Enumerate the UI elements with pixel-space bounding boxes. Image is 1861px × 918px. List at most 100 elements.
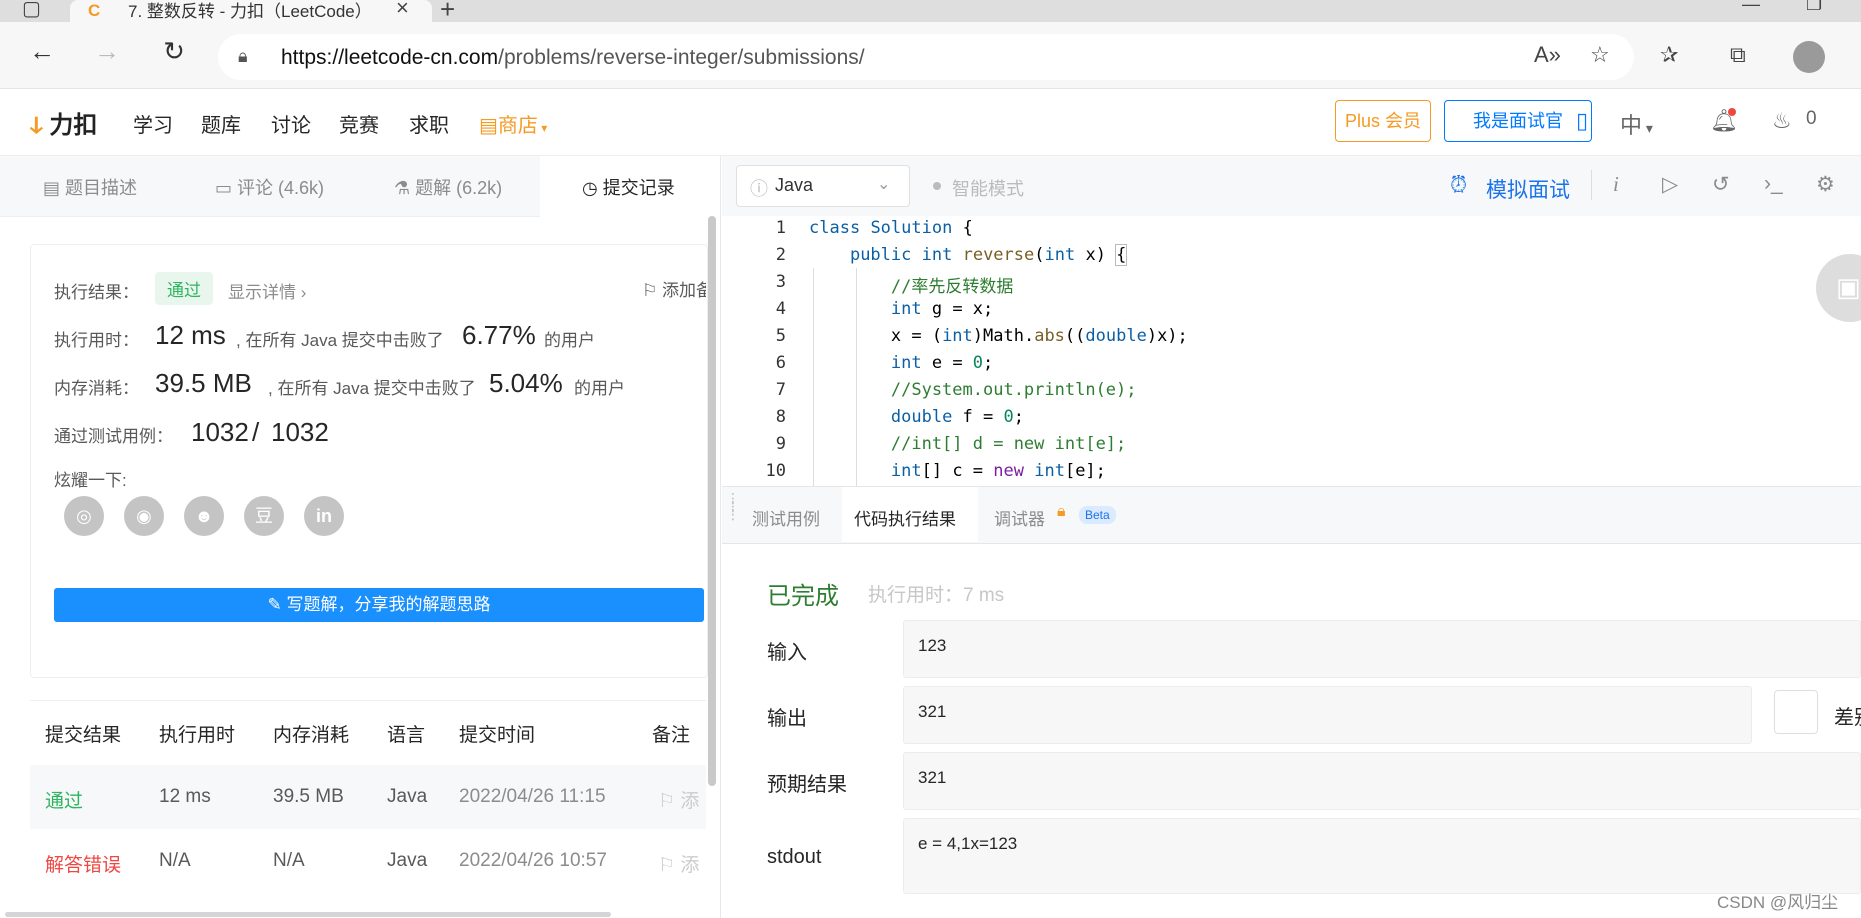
row-note[interactable]: ⚐ 添 bbox=[658, 850, 699, 877]
time-value: 12 ms bbox=[155, 320, 226, 350]
wechat-icon[interactable]: ◎ bbox=[64, 496, 104, 536]
tab-testcase[interactable]: 测试用例 bbox=[752, 505, 820, 530]
shop-icon: ▤ bbox=[479, 115, 498, 137]
douban-icon[interactable]: 豆 bbox=[244, 496, 284, 536]
pencil-icon: ✎ bbox=[267, 595, 287, 614]
row-result[interactable]: 通过 bbox=[45, 786, 83, 813]
resize-handle-icon[interactable]: ⋮ ⋮ ⋮ bbox=[726, 491, 740, 521]
leetcode-mark-icon: ↆ bbox=[30, 112, 43, 139]
tab-comments-label: 评论 (4.6k) bbox=[237, 178, 325, 198]
row-memory: 39.5 MB bbox=[273, 786, 344, 807]
plus-member-button[interactable]: Plus 会员 bbox=[1335, 100, 1431, 142]
terminal-icon[interactable]: ›_ bbox=[1764, 172, 1783, 196]
toolbar-divider bbox=[1591, 170, 1592, 200]
play-icon[interactable]: ▷ bbox=[1662, 172, 1678, 197]
nav-shop[interactable]: ▤商店 ▾ bbox=[479, 109, 547, 138]
line-number: 10 bbox=[765, 461, 786, 481]
collections-icon[interactable]: ⧉ bbox=[1730, 42, 1746, 68]
close-tab-icon[interactable]: × bbox=[396, 0, 409, 21]
mobile-app-icon[interactable]: ▯ bbox=[1576, 108, 1588, 134]
book-icon: ▣ bbox=[1836, 272, 1861, 302]
panel-divider[interactable] bbox=[720, 156, 721, 918]
info-italic-icon[interactable]: i bbox=[1613, 172, 1619, 197]
alarm-clock-icon: ⏰︎ bbox=[1450, 172, 1468, 197]
nav-contest[interactable]: 竞赛 bbox=[339, 109, 379, 138]
left-panel-scrollbar[interactable] bbox=[708, 216, 716, 786]
show-detail-link[interactable]: 显示详情 › bbox=[228, 278, 306, 303]
favorites-icon[interactable]: ✰ bbox=[1660, 42, 1678, 68]
tab-solutions[interactable]: ⚗ 题解 (6.2k) bbox=[394, 174, 502, 200]
lock-icon[interactable]: 🔒︎ bbox=[238, 46, 248, 67]
row-result[interactable]: 解答错误 bbox=[45, 850, 121, 877]
input-label: 输入 bbox=[767, 642, 807, 664]
minimize-icon[interactable]: — bbox=[1742, 0, 1760, 15]
stdout-label: stdout bbox=[767, 846, 822, 868]
site-logo[interactable]: ↆ 力扣 bbox=[30, 105, 97, 140]
line-number: 7 bbox=[775, 380, 786, 400]
line-number: 9 bbox=[775, 434, 786, 454]
chevron-down-icon: ▾ bbox=[1642, 120, 1653, 136]
lock-icon: 🔒︎ bbox=[1057, 503, 1066, 520]
tab-comments[interactable]: ▭ 评论 (4.6k) bbox=[215, 174, 324, 200]
forward-icon[interactable]: → bbox=[92, 36, 122, 67]
nav-learn[interactable]: 学习 bbox=[133, 109, 173, 138]
code-token: Solution bbox=[870, 218, 953, 238]
testcases-separator: / bbox=[252, 417, 260, 447]
row-memory: N/A bbox=[273, 850, 305, 871]
write-solution-button[interactable]: ✎ 写题解，分享我的解题思路 bbox=[54, 588, 704, 622]
restore-icon[interactable]: ❐ bbox=[1806, 0, 1822, 15]
tab-description-label: 题目描述 bbox=[65, 178, 138, 198]
weibo-icon[interactable]: ◉ bbox=[124, 496, 164, 536]
diff-checkbox[interactable] bbox=[1774, 690, 1818, 734]
tab-actions-icon[interactable]: ▢ bbox=[22, 0, 41, 21]
tab-solutions-label: 题解 (6.2k) bbox=[415, 178, 503, 198]
profile-avatar[interactable] bbox=[1793, 41, 1825, 73]
code-line: //System.out.println(e); bbox=[809, 380, 1137, 400]
settings-icon[interactable]: ⚙ bbox=[1816, 172, 1835, 197]
smart-mode-toggle[interactable]: 智能模式 bbox=[952, 175, 1024, 201]
nav-jobs[interactable]: 求职 bbox=[409, 109, 449, 138]
tab-run-result[interactable]: 代码执行结果 bbox=[854, 505, 956, 530]
tab-submissions[interactable]: ◷ 提交记录 bbox=[582, 174, 675, 200]
add-favorite-icon[interactable]: ☆ bbox=[1590, 42, 1610, 68]
line-number: 2 bbox=[775, 245, 786, 265]
interviewer-button[interactable]: 我是面试官 bbox=[1444, 100, 1592, 142]
info-icon: ⓘ bbox=[750, 179, 768, 199]
horizontal-scrollbar[interactable] bbox=[5, 912, 611, 917]
output-value: 321 bbox=[918, 702, 947, 721]
line-number: 4 bbox=[775, 299, 786, 319]
stdout-box bbox=[903, 818, 1861, 894]
mock-interview-button[interactable]: 模拟面试 bbox=[1486, 174, 1570, 204]
time-label: 执行用时： bbox=[54, 331, 139, 350]
nav-problems[interactable]: 题库 bbox=[201, 109, 241, 138]
add-note-link[interactable]: ⚐ 添加备注 bbox=[642, 276, 706, 302]
back-icon[interactable]: ← bbox=[27, 36, 57, 67]
refresh-icon[interactable]: ↻ bbox=[159, 36, 189, 67]
memory-label: 内存消耗： bbox=[54, 379, 139, 398]
run-time: 执行用时：7 ms bbox=[868, 585, 1005, 606]
code-token: 0 bbox=[1003, 407, 1014, 427]
code-token: int bbox=[890, 299, 922, 319]
row-note-label: 添 bbox=[680, 855, 700, 876]
nav-discuss[interactable]: 讨论 bbox=[271, 109, 311, 138]
comment-icon: ▭ bbox=[215, 178, 238, 198]
time-percent: 6.77% bbox=[462, 320, 536, 350]
fire-icon[interactable]: ♨ bbox=[1772, 108, 1792, 134]
browser-tab[interactable]: C 7. 整数反转 - 力扣（LeetCode） × bbox=[70, 0, 432, 22]
code-token: int bbox=[942, 326, 973, 346]
language-switch[interactable]: 中 ▾ bbox=[1620, 108, 1653, 140]
linkedin-icon[interactable]: in bbox=[304, 496, 344, 536]
tab-description[interactable]: ▤ 题目描述 bbox=[43, 174, 137, 200]
reset-icon[interactable]: ↺ bbox=[1712, 172, 1730, 197]
th-memory: 内存消耗 bbox=[273, 725, 350, 746]
url-text[interactable]: https://leetcode-cn.com/problems/reverse… bbox=[281, 46, 865, 70]
read-aloud-icon[interactable]: A» bbox=[1534, 42, 1561, 68]
line-number: 5 bbox=[775, 326, 786, 346]
output-label: 输出 bbox=[767, 708, 807, 730]
qq-icon[interactable]: ☻ bbox=[184, 496, 224, 536]
testcases-passed: 1032 bbox=[191, 417, 249, 447]
time-tail-text: 的用户 bbox=[544, 331, 595, 350]
row-note[interactable]: ⚐ 添 bbox=[658, 786, 699, 813]
tab-debugger[interactable]: 调试器 bbox=[994, 505, 1045, 530]
expected-value: 321 bbox=[918, 768, 947, 787]
